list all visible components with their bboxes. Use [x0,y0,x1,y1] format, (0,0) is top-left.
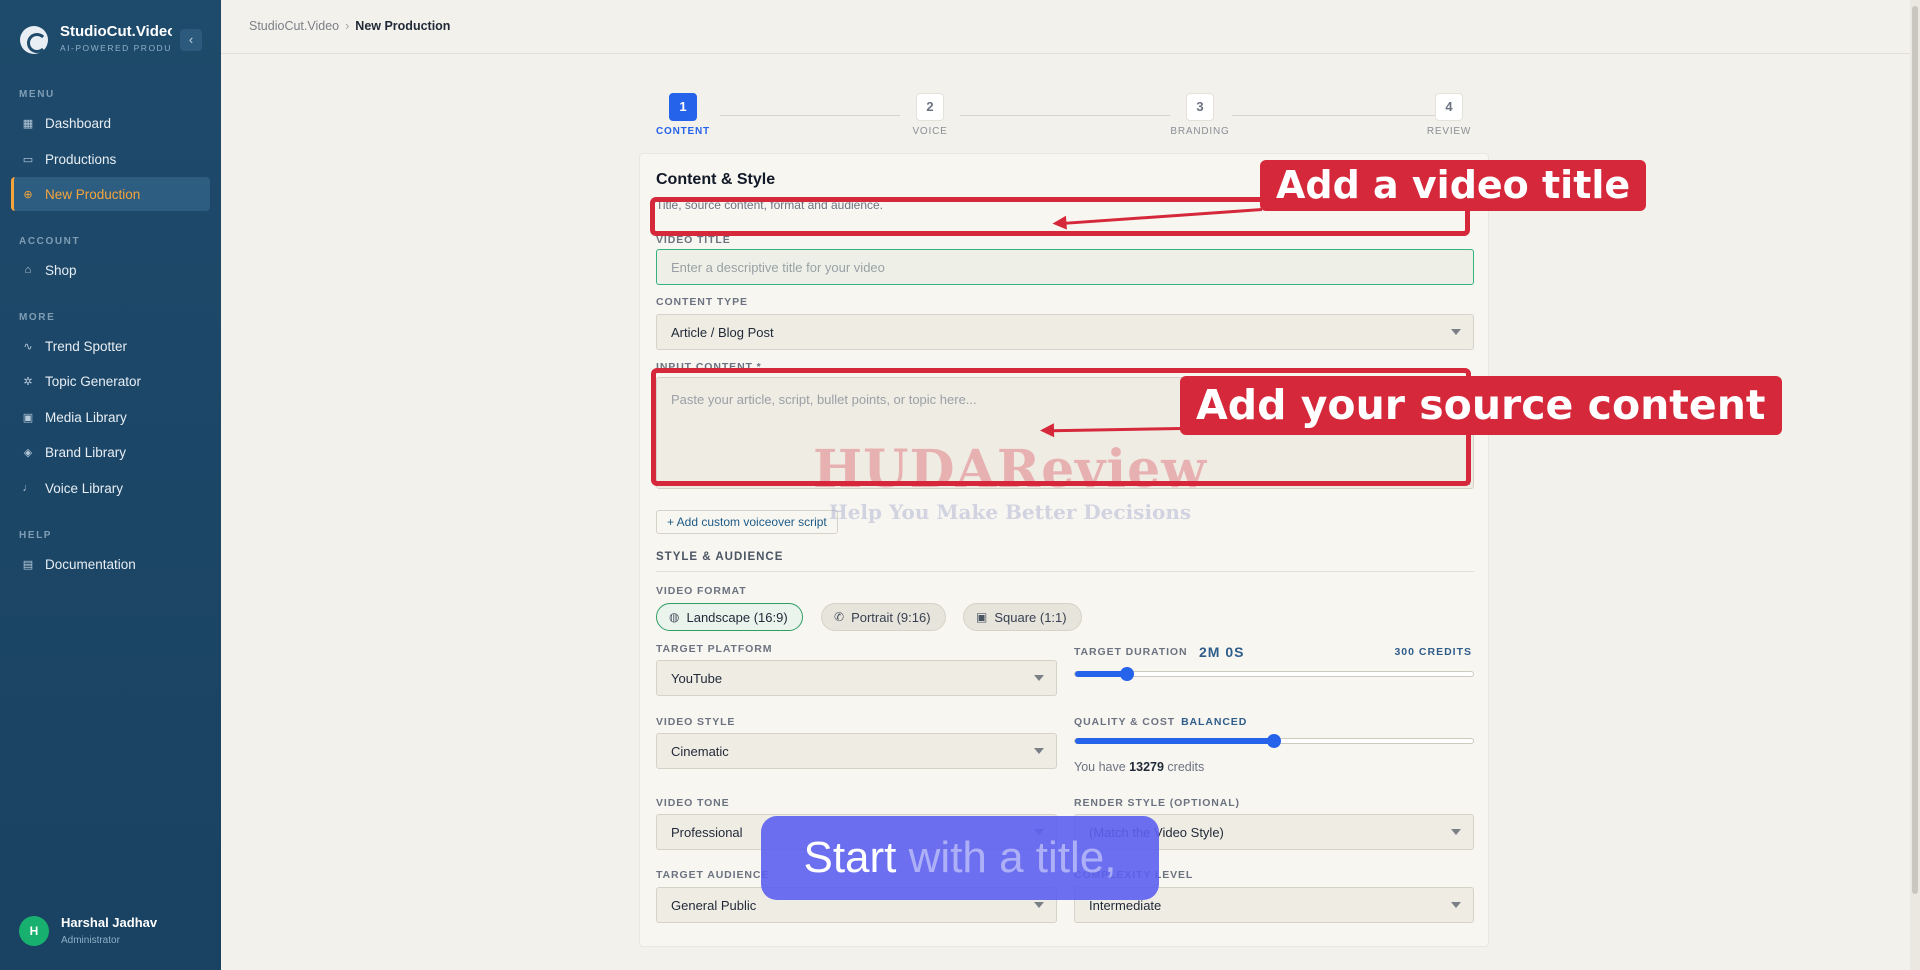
sidebar-item-brand-library[interactable]: ◈ Brand Library [11,435,210,469]
nav-section-more: MORE [19,312,56,323]
sidebar-item-productions[interactable]: ▭ Productions [11,142,210,176]
target-platform-label: TARGET PLATFORM [656,643,773,655]
video-style-label: VIDEO STYLE [656,716,736,728]
folder-icon: ▭ [22,153,34,166]
step-voice[interactable]: 2 VOICE [900,93,960,137]
chevron-left-icon: ‹ [188,32,194,47]
duration-credit-cost: 300 CREDITS [1394,646,1472,658]
target-duration-slider[interactable] [1074,667,1474,681]
scrollbar-thumb[interactable] [1912,6,1918,894]
target-duration-label: TARGET DURATION [1074,646,1188,658]
step-connector [960,115,1170,116]
step-content[interactable]: 1 CONTENT [653,93,713,137]
chevron-down-icon [1034,902,1044,908]
grid-icon: ▦ [22,117,34,130]
format-portrait-option[interactable]: ✆ Portrait (9:16) [821,603,946,631]
plus-circle-icon: ⊕ [23,188,33,201]
slider-fill [1075,671,1127,677]
render-style-label: RENDER STYLE (OPTIONAL) [1074,797,1240,809]
sidebar-item-media-library[interactable]: ▣ Media Library [11,400,210,434]
breadcrumb-current: New Production [355,19,451,33]
slider-fill [1075,738,1274,744]
brand-tagline: AI-POWERED PRODUCTION [60,43,172,53]
chevron-down-icon [1451,329,1461,335]
title-callout: Add a video title [1260,160,1647,211]
chevron-down-icon [1034,675,1044,681]
breadcrumb-separator: › [345,19,350,33]
page-scrollbar[interactable] [1910,0,1920,970]
brand-name: StudioCut.Video [60,23,172,40]
book-icon: ▤ [22,558,34,571]
video-tone-label: VIDEO TONE [656,797,730,809]
sidebar-item-trend-spotter[interactable]: ∿ Trend Spotter [11,329,210,363]
mic-icon: ♩ [22,482,34,494]
pulse-icon: ∿ [23,340,33,353]
target-duration-value: 2M 0S [1199,644,1245,660]
format-landscape-option[interactable]: ◍ Landscape (16:9) [656,603,803,631]
chevron-down-icon [1034,748,1044,754]
format-square-option[interactable]: ▣ Square (1:1) [963,603,1082,631]
style-audience-heading: STYLE & AUDIENCE [656,551,1474,572]
step-connector [1232,115,1442,116]
video-title-input[interactable]: Enter a descriptive title for your video [656,249,1474,285]
quality-cost-label: QUALITY & COST BALANCED [1074,716,1248,728]
credits-balance: You have 13279 credits [1074,760,1205,774]
phone-icon: ✆ [834,610,845,624]
quality-cost-value: BALANCED [1181,716,1248,728]
globe-icon: ◍ [669,610,680,624]
top-bar: StudioCut.Video › New Production [221,0,1910,54]
sidebar-item-new-production[interactable]: ⊕ New Production [11,177,210,211]
user-role: Administrator [61,935,120,946]
slider-handle[interactable] [1119,667,1134,681]
video-format-label: VIDEO FORMAT [656,585,747,597]
add-voiceover-script-button[interactable]: + Add custom voiceover script [656,510,838,534]
image-icon: ▣ [976,610,988,624]
chevron-down-icon [1451,829,1461,835]
sidebar-item-topic-generator[interactable]: ✲ Topic Generator [11,364,210,398]
card-title: Content & Style [656,171,776,188]
avatar: H [19,916,49,946]
bag-icon: ⌂ [24,264,32,276]
sidebar-item-documentation[interactable]: ▤ Documentation [11,547,210,581]
user-profile[interactable]: H Harshal Jadhav Administrator [19,912,209,952]
wizard-stepper: 1 CONTENT 2 VOICE 3 BRANDING 4 REVIEW [640,93,1480,143]
collapse-sidebar-button[interactable]: ‹ [180,29,202,51]
image-icon: ▣ [22,411,34,424]
target-audience-label: TARGET AUDIENCE [656,869,770,881]
quality-cost-slider[interactable] [1074,734,1474,748]
step-review[interactable]: 4 REVIEW [1419,93,1479,137]
nav-section-menu: MENU [19,89,55,100]
step-branding[interactable]: 3 BRANDING [1170,93,1230,137]
sidebar-item-voice-library[interactable]: ♩ Voice Library [11,471,210,505]
subtitle-caption: Start with a title, [761,816,1159,900]
step-connector [720,115,900,116]
video-style-select[interactable]: Cinematic [656,733,1057,769]
user-name: Harshal Jadhav [61,915,158,930]
chevron-down-icon [1451,902,1461,908]
sparkle-icon: ✲ [23,375,33,388]
content-type-select[interactable]: Article / Blog Post [656,314,1474,350]
content-type-label: CONTENT TYPE [656,296,748,308]
content-callout: Add your source content [1180,376,1782,435]
slider-handle[interactable] [1267,734,1281,748]
logo-icon [20,26,48,54]
breadcrumb-root[interactable]: StudioCut.Video [249,19,339,33]
nav-section-help: HELP [19,530,53,541]
sidebar-item-shop[interactable]: ⌂ Shop [11,253,210,287]
sidebar-item-dashboard[interactable]: ▦ Dashboard [11,106,210,140]
target-platform-select[interactable]: YouTube [656,660,1057,696]
tag-icon: ◈ [23,446,33,459]
sidebar: StudioCut.Video AI-POWERED PRODUCTION ‹ … [0,0,221,970]
breadcrumb: StudioCut.Video › New Production [249,19,450,33]
nav-section-account: ACCOUNT [19,236,81,247]
